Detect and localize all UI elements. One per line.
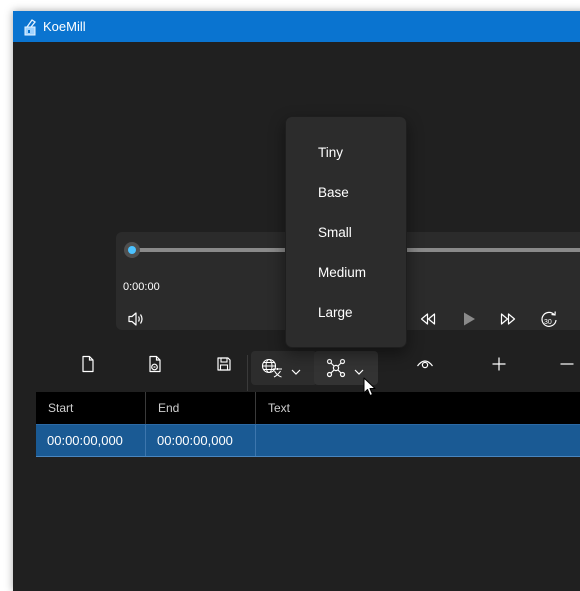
app-logo-icon [23, 18, 39, 36]
column-header-end[interactable]: End [146, 392, 256, 424]
mouse-cursor-icon [363, 377, 377, 402]
preview-button[interactable] [411, 352, 439, 380]
new-file-icon [80, 355, 96, 378]
model-network-icon [326, 358, 346, 383]
toolbar-divider [247, 355, 248, 391]
fast-forward-icon[interactable] [498, 309, 518, 329]
language-icon [261, 358, 283, 383]
remove-row-button[interactable] [553, 352, 580, 380]
window-title: KoeMill [43, 19, 86, 34]
menu-item-small[interactable]: Small [286, 213, 406, 253]
svg-text:30: 30 [544, 319, 552, 326]
title-bar: KoeMill [13, 11, 580, 42]
skip-forward-30-icon[interactable]: 30 [539, 309, 559, 329]
save-icon [216, 356, 232, 377]
cell-end[interactable]: 00:00:00,000 [146, 425, 256, 456]
save-button[interactable] [210, 352, 238, 380]
open-file-button[interactable] [141, 352, 169, 380]
plus-icon [491, 356, 507, 377]
current-time: 0:00:00 [123, 281, 160, 293]
cell-start[interactable]: 00:00:00,000 [36, 425, 146, 456]
rewind-icon[interactable] [418, 309, 438, 329]
menu-item-medium[interactable]: Medium [286, 253, 406, 293]
cell-text[interactable] [256, 425, 580, 456]
menu-item-base[interactable]: Base [286, 173, 406, 213]
seek-thumb[interactable] [124, 242, 140, 258]
eye-icon [416, 357, 434, 376]
model-menu: Tiny Base Small Medium Large [285, 116, 407, 348]
minus-icon [559, 356, 575, 377]
chevron-down-icon [291, 363, 301, 381]
new-file-button[interactable] [74, 352, 102, 380]
add-row-button[interactable] [485, 352, 513, 380]
table-header: Start End Text [36, 392, 580, 424]
language-dropdown-button[interactable] [251, 351, 317, 385]
column-header-start[interactable]: Start [36, 392, 146, 424]
column-header-text[interactable]: Text [256, 392, 556, 424]
volume-icon[interactable] [126, 309, 146, 329]
menu-item-large[interactable]: Large [286, 293, 406, 333]
play-icon[interactable] [459, 309, 479, 329]
open-file-icon [147, 355, 163, 378]
menu-item-tiny[interactable]: Tiny [286, 133, 406, 173]
table-row[interactable]: 00:00:00,000 00:00:00,000 [36, 424, 580, 457]
